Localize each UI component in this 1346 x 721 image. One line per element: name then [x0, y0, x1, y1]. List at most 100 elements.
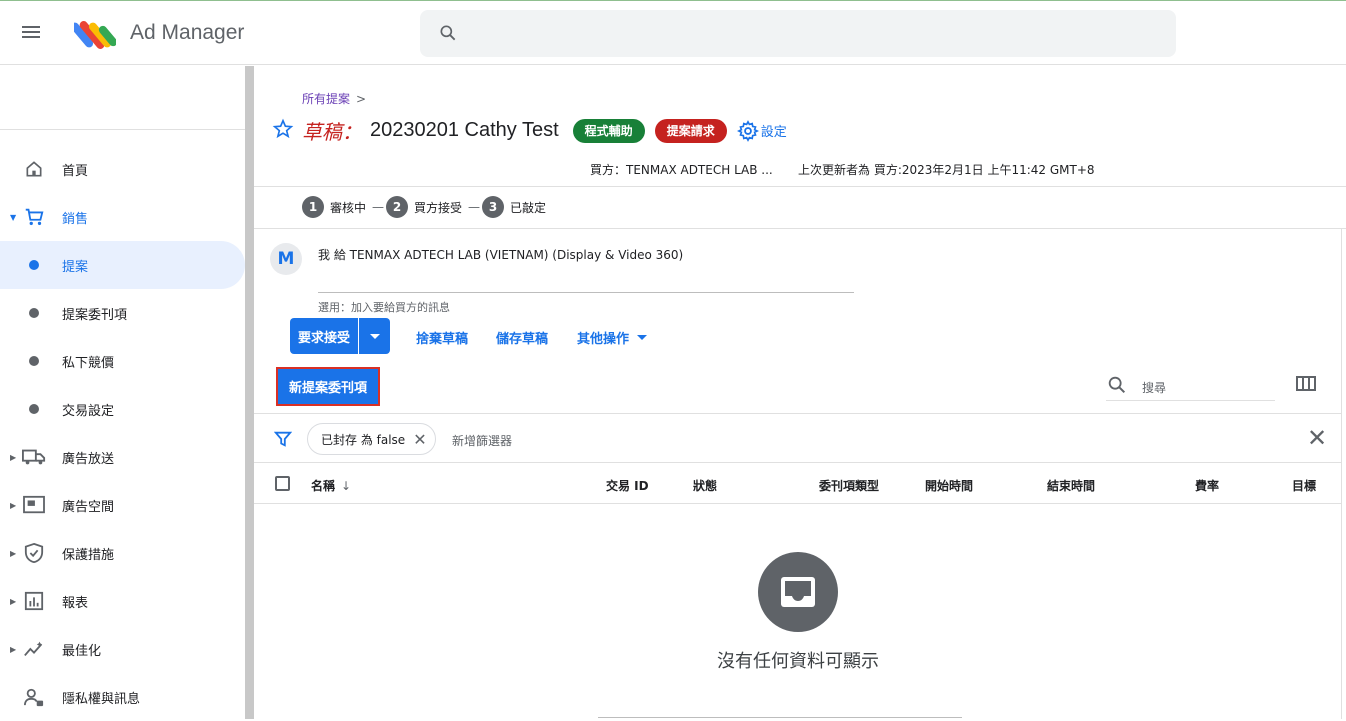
breadcrumb-all-proposals[interactable]: 所有提案 > [302, 90, 366, 107]
sidebar-divider [0, 129, 245, 130]
clear-filters-icon[interactable]: ✕ [1307, 426, 1327, 450]
expand-caret-icon: ▶ [10, 596, 17, 606]
bullet-dot-icon [29, 356, 39, 366]
sidebar-item-label: 私下競價 [62, 355, 115, 371]
sidebar-item-proposal-line-items[interactable]: 提案委刊項 [0, 289, 245, 337]
breadcrumb-label: 所有提案 [302, 92, 351, 106]
sidebar-scrollbar[interactable] [245, 66, 254, 719]
sidebar-item-protections[interactable]: ▶ 保護措施 [0, 529, 245, 577]
proposal-request-badge: 提案請求 [654, 118, 727, 143]
sidebar-item-reports[interactable]: ▶ 報表 [0, 577, 245, 625]
bullet-dot-icon [29, 308, 39, 318]
settings-button[interactable]: 設定 [736, 119, 787, 142]
request-accept-button[interactable]: 要求接受 [290, 318, 359, 354]
last-updated-info: 上次更新者為 買方:2023年2月1日 上午11:42 GMT+8 [798, 163, 1095, 177]
filter-chip-label: 已封存 為 false [321, 432, 406, 447]
columns-icon[interactable] [1296, 375, 1316, 393]
top-app-bar: Ad Manager [0, 0, 1346, 65]
dropdown-arrow-icon [637, 335, 648, 340]
sidebar-item-label: 銷售 [62, 211, 89, 227]
sidebar-item-delivery[interactable]: ▶ 廣告放送 [0, 433, 245, 481]
new-proposal-line-item-button[interactable]: 新提案委刊項 [276, 367, 380, 406]
column-header-target[interactable]: 目標 [1292, 477, 1316, 494]
step-number: 2 [386, 196, 409, 218]
step-number: 3 [482, 196, 505, 218]
sidebar-item-label: 隱私權與訊息 [62, 691, 141, 707]
sidebar-item-label: 最佳化 [62, 643, 102, 659]
proposal-title-row: 草稿： 20230201 Cathy Test 程式輔助 提案請求 設定 [302, 116, 787, 145]
column-header-deal-id[interactable]: 交易 ID [606, 477, 649, 494]
column-header-line-item-type[interactable]: 委刊項類型 [819, 477, 879, 494]
empty-state-message: 沒有任何資料可顯示 [717, 651, 879, 672]
proposal-name: 20230201 Cathy Test [370, 119, 559, 141]
sidebar-item-home[interactable]: 首頁 [0, 145, 245, 193]
inbox-icon [758, 552, 838, 632]
column-header-start-time[interactable]: 開始時間 [925, 477, 973, 494]
sidebar-item-inventory[interactable]: ▶ 廣告空間 [0, 481, 245, 529]
bullet-dot-icon [29, 260, 39, 270]
sidebar-item-private-auctions[interactable]: 私下競價 [0, 337, 245, 385]
stepper-divider [254, 228, 1346, 229]
sidebar-item-label: 首頁 [62, 163, 89, 179]
filter-icon[interactable] [274, 430, 292, 448]
sidebar-item-proposals[interactable]: 提案 [0, 241, 245, 289]
workflow-stepper: 1 審核中 — 2 買方接受 — 3 已敲定 [302, 196, 552, 218]
sidebar-item-label: 廣告空間 [62, 499, 115, 515]
archived-filter-chip[interactable]: 已封存 為 false ✕ [307, 423, 436, 455]
home-icon [22, 157, 46, 181]
column-header-rate[interactable]: 費率 [1195, 477, 1219, 494]
other-actions-menu[interactable]: 其他操作 [577, 328, 648, 347]
settings-label: 設定 [760, 125, 787, 140]
breadcrumb-separator: > [356, 92, 367, 106]
discard-draft-button[interactable]: 捨棄草稿 [416, 328, 468, 347]
sidebar-item-sales[interactable]: ▼ 銷售 [0, 193, 245, 241]
step-label: 已敲定 [510, 200, 547, 215]
sidebar-item-privacy-messaging[interactable]: 隱私權與訊息 [0, 673, 245, 721]
message-recipient: 我 給 TENMAX ADTECH LAB (VIETNAM) (Display… [318, 248, 684, 262]
horizontal-scroll-indicator[interactable] [598, 717, 962, 718]
select-all-checkbox[interactable] [275, 476, 290, 491]
other-actions-label: 其他操作 [577, 332, 630, 347]
column-header-status[interactable]: 狀態 [693, 477, 717, 494]
request-accept-dropdown-button[interactable] [358, 318, 391, 354]
truck-icon [22, 445, 46, 469]
close-icon[interactable]: ✕ [413, 430, 426, 449]
star-icon[interactable] [272, 118, 294, 140]
sidebar-item-label: 報表 [62, 595, 89, 611]
column-header-name[interactable]: 名稱 ↓ [311, 477, 351, 494]
avatar: M [270, 243, 302, 275]
main-menu-icon[interactable] [22, 23, 46, 43]
message-input-hint: 選用：加入要給買方的訊息 [318, 301, 450, 314]
request-accept-split-button: 要求接受 [290, 318, 391, 354]
sidebar-item-deal-settings[interactable]: 交易設定 [0, 385, 245, 433]
global-search-input[interactable] [420, 10, 1176, 57]
search-icon [440, 25, 456, 41]
expand-caret-icon: ▶ [10, 548, 17, 558]
sidebar-item-label: 提案 [62, 259, 89, 275]
sparkline-icon [22, 637, 46, 661]
add-filter-button[interactable]: 新增篩選器 [452, 432, 512, 449]
search-icon [1108, 376, 1126, 394]
table-search-input[interactable]: 搜尋 [1106, 372, 1275, 401]
draft-status-label: 草稿： [302, 120, 362, 144]
dropdown-arrow-icon [369, 333, 380, 339]
column-header-end-time[interactable]: 結束時間 [1047, 477, 1095, 494]
message-input-underline[interactable] [318, 292, 854, 293]
step-number: 1 [302, 196, 324, 218]
main-content: 所有提案 > 草稿： 20230201 Cathy Test 程式輔助 提案請求 … [254, 66, 1346, 719]
header-divider [254, 186, 1346, 187]
programmatic-badge: 程式輔助 [572, 118, 645, 143]
sidebar-item-optimization[interactable]: ▶ 最佳化 [0, 625, 245, 673]
step-connector: — [372, 200, 385, 214]
inventory-icon [22, 493, 46, 517]
step-label: 審核中 [330, 200, 367, 215]
sidebar: 首頁 ▼ 銷售 提案 提案委刊項 私下競價 交易設定 ▶ 廣告放送 ▶ 廣告空間 [0, 66, 245, 719]
expand-caret-icon: ▶ [10, 500, 17, 510]
table-search-placeholder: 搜尋 [1142, 381, 1167, 395]
content-scroll-edge [1341, 228, 1342, 719]
expand-caret-icon: ▶ [10, 452, 17, 462]
app-title: Ad Manager [130, 21, 245, 44]
buyer-info: 買方：TENMAX ADTECH LAB ... [590, 163, 773, 177]
sidebar-item-label: 保護措施 [62, 547, 115, 563]
save-draft-button[interactable]: 儲存草稿 [496, 328, 548, 347]
